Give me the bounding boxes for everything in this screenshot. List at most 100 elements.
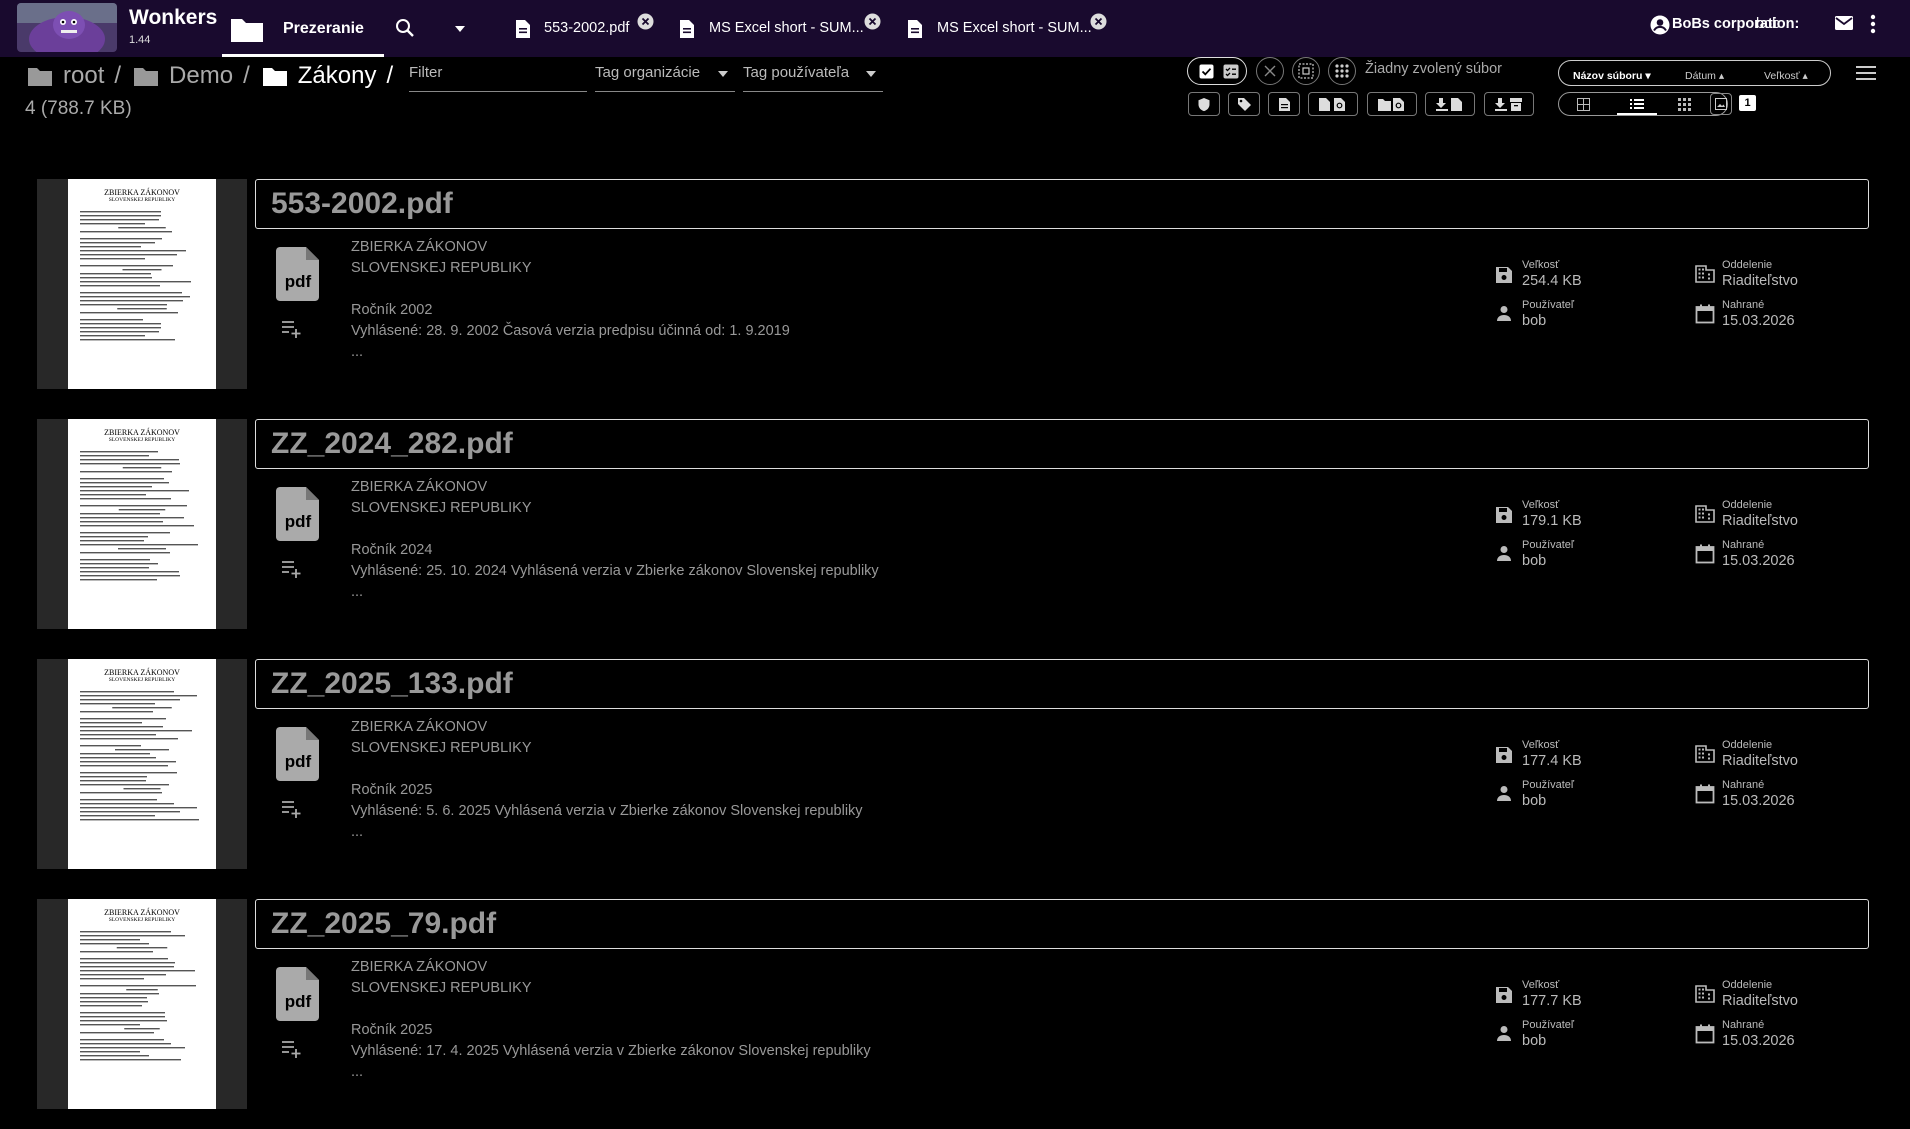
user-name[interactable]: bob <box>1756 16 1780 32</box>
close-icon[interactable] <box>1090 13 1107 30</box>
image-icon <box>1715 98 1727 110</box>
download-button[interactable] <box>1425 92 1475 116</box>
tab-file-2[interactable]: MS Excel short - SUM... <box>678 0 898 57</box>
department-label: Oddelenie <box>1722 259 1773 271</box>
thumbnail-text-line <box>80 699 180 701</box>
thumbnail-text-line <box>80 273 151 275</box>
checkbox-checked-icon[interactable] <box>1199 64 1214 79</box>
note-add-icon[interactable] <box>281 319 301 339</box>
user-label: Používateľ <box>1522 299 1575 311</box>
checklist-icon[interactable] <box>1223 64 1239 79</box>
file-thumbnail[interactable]: ZBIERKA ZÁKONOV SLOVENSKEJ REPUBLIKY <box>37 179 247 389</box>
sort-by-name[interactable]: Názov súboru ▾ <box>1573 70 1651 82</box>
thumbnail-text-line <box>80 536 148 538</box>
size-label: Veľkosť <box>1522 979 1560 991</box>
hamburger-menu-icon[interactable] <box>1856 66 1876 80</box>
security-action-button[interactable] <box>1188 92 1220 116</box>
tag-action-button[interactable] <box>1228 92 1260 116</box>
file-thumbnail[interactable]: ZBIERKA ZÁKONOV SLOVENSKEJ REPUBLIKY <box>37 899 247 1109</box>
content-preview-line: ZBIERKA ZÁKONOV <box>351 959 488 975</box>
grid-select-button[interactable] <box>1328 57 1356 85</box>
select-mode-toggle[interactable] <box>1187 57 1247 85</box>
user-tag-select[interactable]: Tag používateľa <box>743 60 883 92</box>
list-view-tab[interactable] <box>1617 93 1657 115</box>
org-tag-select[interactable]: Tag organizácie <box>595 60 735 92</box>
thumbnail-text-line <box>80 478 164 480</box>
pdf-icon-label: pdf <box>285 512 312 531</box>
file-name-title[interactable]: ZZ_2025_133.pdf <box>255 659 1869 709</box>
page-number-badge[interactable]: 1 <box>1739 95 1756 111</box>
breadcrumb-current[interactable]: Zákony <box>298 62 377 90</box>
file-size-value: 254.4 KB <box>1522 273 1582 289</box>
thumbnail-text-line <box>80 486 152 488</box>
thumbnail-text-lines <box>80 451 198 581</box>
search-in-documents-button[interactable] <box>1308 92 1358 116</box>
more-vert-icon[interactable] <box>1870 14 1876 34</box>
image-preview-toggle[interactable] <box>1710 93 1732 115</box>
thumbnail-text-line <box>80 1012 165 1014</box>
compact-grid-icon[interactable] <box>1678 98 1691 111</box>
pdf-file-icon: pdf <box>276 726 322 782</box>
thumbnail-text-line <box>80 242 155 244</box>
deselect-all-button[interactable] <box>1256 57 1284 85</box>
thumbnail-text-lines <box>80 211 191 341</box>
file-card[interactable]: ZBIERKA ZÁKONOV SLOVENSKEJ REPUBLIKY ZZ_… <box>0 899 1910 1111</box>
content-preview-line: Vyhlásené: 25. 10. 2024 Vyhlásená verzia… <box>351 563 879 579</box>
thumbnail-text-line <box>80 513 160 515</box>
content-preview-ellipsis: ... <box>351 344 364 360</box>
breadcrumb-separator: / <box>114 62 122 89</box>
app-logo[interactable] <box>17 3 117 52</box>
sort-selector: Názov súboru ▾ Dátum ▴ Veľkosť ▴ <box>1558 60 1831 86</box>
selection-status: Žiadny zvolený súbor <box>1365 61 1503 77</box>
sort-by-size[interactable]: Veľkosť ▴ <box>1764 70 1808 82</box>
file-thumbnail[interactable]: ZBIERKA ZÁKONOV SLOVENSKEJ REPUBLIKY <box>37 419 247 629</box>
thumbnail-text-line <box>80 459 179 461</box>
tab-file-1[interactable]: 553-2002.pdf <box>514 0 664 57</box>
chevron-down-icon[interactable] <box>452 21 468 35</box>
sort-size-label: Veľkosť <box>1764 70 1800 82</box>
file-thumbnail[interactable]: ZBIERKA ZÁKONOV SLOVENSKEJ REPUBLIKY <box>37 659 247 869</box>
sort-by-date[interactable]: Dátum ▴ <box>1685 70 1724 82</box>
account-circle-icon[interactable] <box>1650 15 1670 35</box>
thumbnail-text-line <box>80 490 189 492</box>
search-in-folder-button[interactable] <box>1367 92 1417 116</box>
person-icon <box>1496 305 1512 321</box>
file-name-title[interactable]: ZZ_2025_79.pdf <box>255 899 1869 949</box>
view-mode-selector <box>1558 92 1728 116</box>
tab-file-2-label: MS Excel short - SUM... <box>709 20 864 36</box>
close-icon[interactable] <box>864 13 881 30</box>
file-name-title[interactable]: 553-2002.pdf <box>255 179 1869 229</box>
file-card[interactable]: ZBIERKA ZÁKONOV SLOVENSKEJ REPUBLIKY ZZ_… <box>0 659 1910 871</box>
thumbnail-text-line <box>80 265 173 267</box>
thumbnail-text-line <box>80 1001 148 1003</box>
thumbnail-text-line <box>80 958 168 960</box>
tab-browse[interactable]: Prezeranie <box>222 0 384 57</box>
thumbnail-text-line <box>80 753 150 755</box>
select-all-button[interactable] <box>1292 57 1320 85</box>
content-preview-line: ZBIERKA ZÁKONOV <box>351 719 488 735</box>
mail-icon[interactable] <box>1834 14 1854 32</box>
chevron-down-icon <box>865 70 877 78</box>
folder-icon <box>27 65 53 87</box>
note-add-icon[interactable] <box>281 799 301 819</box>
note-add-icon[interactable] <box>281 1039 301 1059</box>
thumbnail-text-line <box>80 517 184 519</box>
thumbnail-text-line <box>80 258 145 260</box>
tab-file-3[interactable]: MS Excel short - SUM... <box>906 0 1126 57</box>
content-preview-line: SLOVENSKEJ REPUBLIKY <box>351 260 532 276</box>
document-action-button[interactable] <box>1268 92 1300 116</box>
thumbnail-text-line <box>80 567 149 569</box>
close-icon[interactable] <box>637 13 654 30</box>
file-name-title[interactable]: ZZ_2024_282.pdf <box>255 419 1869 469</box>
file-card[interactable]: ZBIERKA ZÁKONOV SLOVENSKEJ REPUBLIKY 553… <box>0 179 1910 391</box>
breadcrumb-root[interactable]: root <box>63 62 104 90</box>
file-card[interactable]: ZBIERKA ZÁKONOV SLOVENSKEJ REPUBLIKY ZZ_… <box>0 419 1910 631</box>
thumbnail-text-line <box>80 807 197 809</box>
grid-view-icon[interactable] <box>1577 98 1590 111</box>
search-icon[interactable] <box>395 18 415 38</box>
thumbnail-text-line <box>80 300 183 302</box>
filter-input[interactable]: Filter <box>409 60 587 92</box>
download-archive-button[interactable] <box>1484 92 1534 116</box>
note-add-icon[interactable] <box>281 559 301 579</box>
breadcrumb-demo[interactable]: Demo <box>169 62 233 90</box>
